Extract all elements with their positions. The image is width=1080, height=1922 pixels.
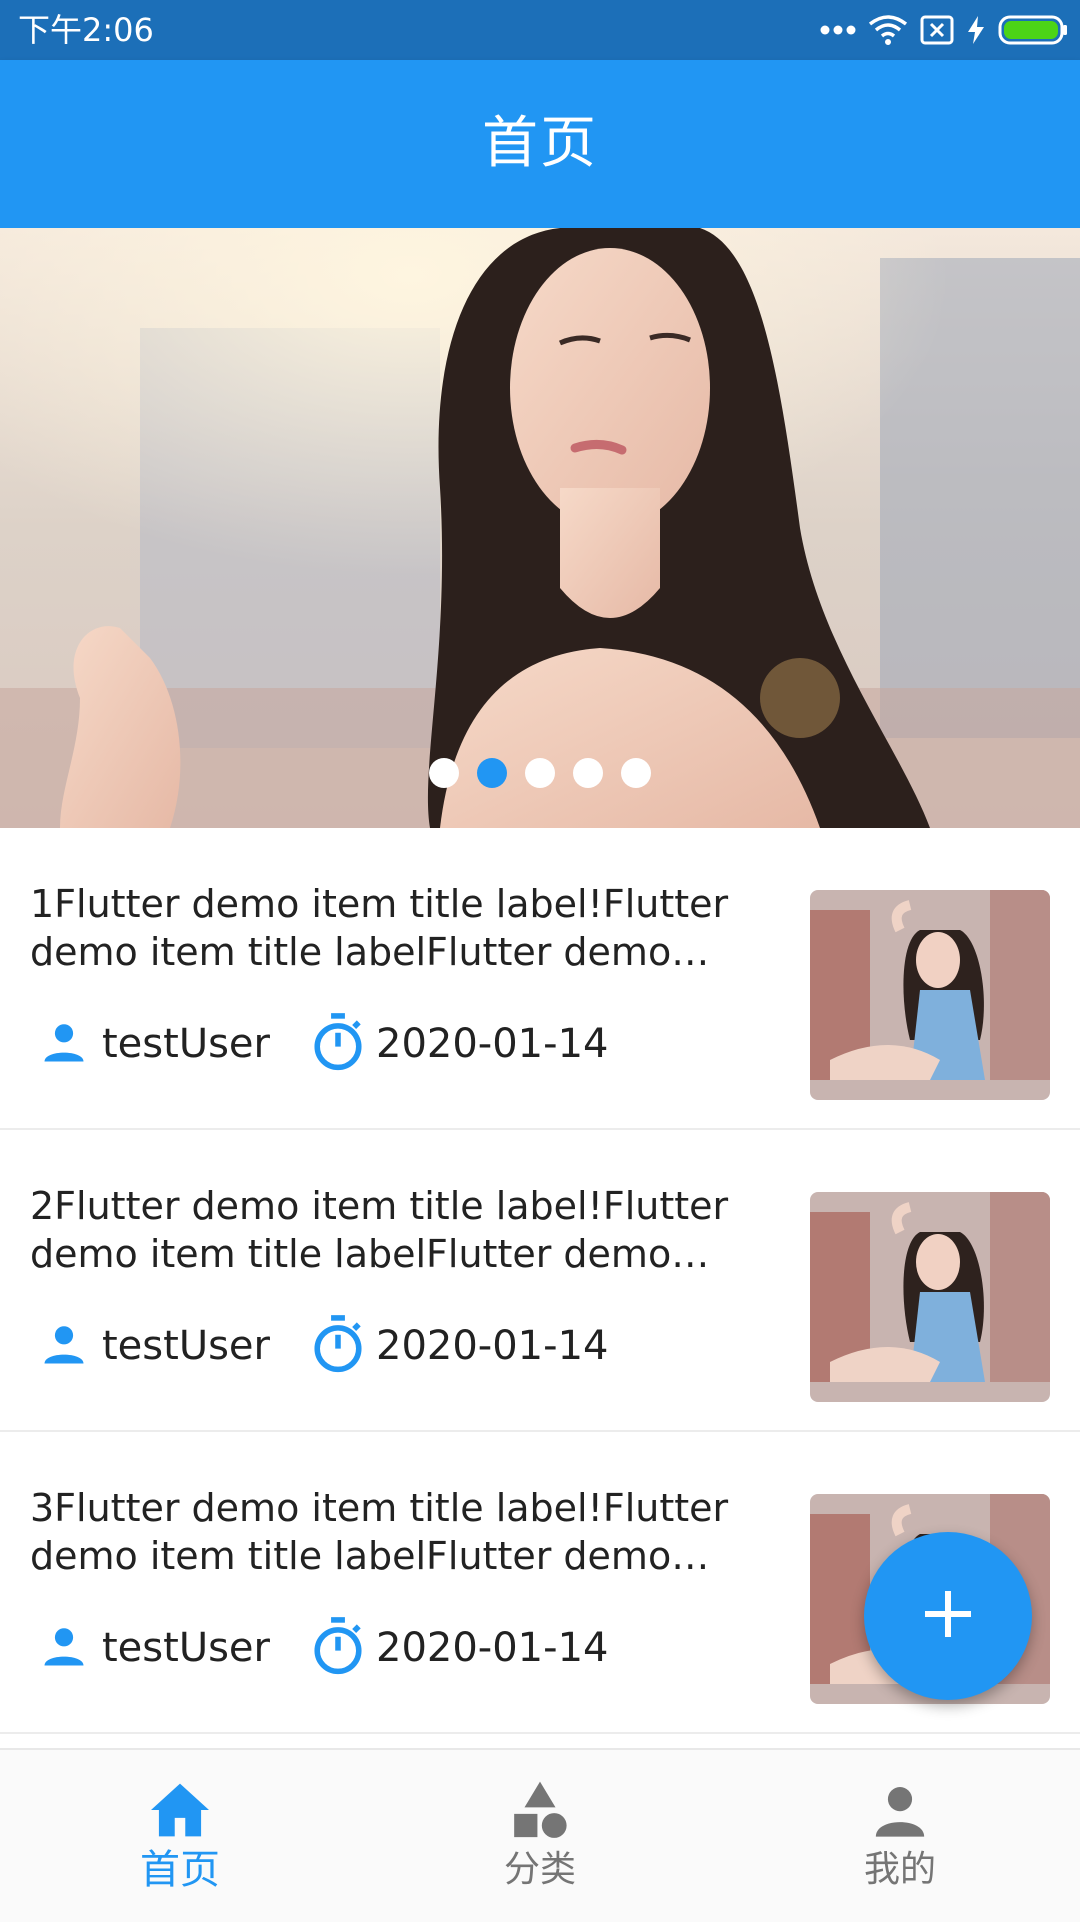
carousel-dot[interactable] [525,758,555,788]
list-item[interactable]: 2Flutter demo item title label!Flutter d… [0,1130,1080,1432]
battery-icon [998,14,1068,46]
status-bar: 下午2:06 [0,0,1080,60]
page-title: 首页 [482,111,598,176]
charging-icon [966,15,986,45]
bottom-navigation: 首页 分类 我的 [0,1748,1080,1922]
wifi-icon [868,14,908,46]
item-thumbnail [810,1192,1050,1402]
more-dots-icon [820,24,856,36]
item-author: testUser [102,1323,270,1369]
nav-label-mine: 我的 [863,1849,936,1890]
carousel-dot[interactable] [621,758,651,788]
item-author: testUser [102,1625,270,1671]
person-icon [871,1778,929,1842]
nav-item-mine[interactable]: 我的 [720,1750,1080,1922]
carousel-indicator [0,758,1080,788]
carousel-dot[interactable] [573,758,603,788]
home-icon [148,1778,212,1842]
item-meta: testUser 2020-01-14 [38,1012,609,1076]
plus-icon [924,1590,972,1642]
status-time: 下午2:06 [18,11,154,49]
nav-item-category[interactable]: 分类 [360,1750,720,1922]
banner-carousel[interactable] [0,228,1080,828]
item-meta: testUser 2020-01-14 [38,1616,609,1680]
carousel-dot[interactable] [429,758,459,788]
person-icon [38,1016,90,1072]
no-sim-icon [920,15,954,45]
item-title: 2Flutter demo item title label!Flutter d… [30,1184,729,1276]
list-item[interactable]: 1Flutter demo item title label!Flutter d… [0,828,1080,1130]
item-thumbnail [810,890,1050,1100]
item-date: 2020-01-14 [376,1021,609,1067]
category-icon [509,1778,571,1842]
person-icon [38,1620,90,1676]
nav-item-home[interactable]: 首页 [0,1750,360,1922]
item-meta: testUser 2020-01-14 [38,1314,609,1378]
timer-icon [310,1616,366,1680]
app-bar: 首页 [0,60,1080,228]
timer-icon [310,1314,366,1378]
timer-icon [310,1012,366,1076]
item-title: 3Flutter demo item title label!Flutter d… [30,1486,729,1578]
item-author: testUser [102,1021,270,1067]
item-title: 1Flutter demo item title label!Flutter d… [30,882,729,974]
item-date: 2020-01-14 [376,1625,609,1671]
item-date: 2020-01-14 [376,1323,609,1369]
person-icon [38,1318,90,1374]
carousel-dot[interactable] [477,758,507,788]
add-fab-button[interactable] [864,1532,1032,1700]
banner-photo [0,228,1080,828]
nav-label-home: 首页 [140,1847,220,1893]
status-icons [820,10,1068,50]
nav-label-category: 分类 [503,1849,576,1890]
